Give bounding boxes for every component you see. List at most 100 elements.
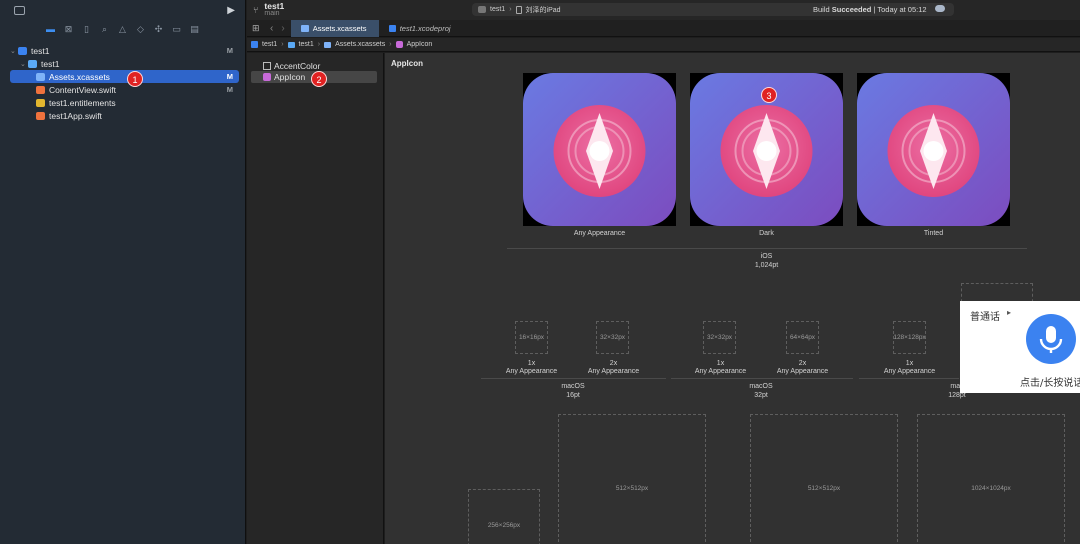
folder-icon[interactable]: ▬ bbox=[46, 24, 55, 34]
asset-catalog-icon bbox=[300, 24, 309, 32]
run-icon[interactable]: ▶ bbox=[227, 5, 235, 16]
icon-slot-mac-large[interactable]: 256×256px bbox=[468, 489, 540, 544]
tree-item-label: test1.entitlements bbox=[49, 97, 116, 108]
device-icon bbox=[515, 5, 522, 14]
report-icon[interactable]: ▤ bbox=[190, 24, 199, 34]
chevron-right-icon: › bbox=[281, 41, 284, 48]
scale-label: 1x bbox=[716, 360, 725, 367]
branch-icon: ⑂ bbox=[253, 5, 259, 15]
tab-label: Assets.xcassets bbox=[312, 23, 367, 33]
forward-icon[interactable]: › bbox=[281, 23, 284, 34]
tree-item-entitlements[interactable]: test1.entitlements bbox=[10, 96, 239, 109]
tree-item-label: Assets.xcassets bbox=[49, 71, 110, 82]
breadcrumb-item[interactable]: AppIcon bbox=[407, 41, 433, 48]
breakpoint-icon[interactable]: ▭ bbox=[172, 24, 181, 34]
annotation-marker-2: 2 bbox=[311, 71, 327, 87]
asset-list: AccentColor AppIcon bbox=[247, 53, 384, 544]
swift-icon bbox=[36, 85, 45, 94]
app-icon-image bbox=[523, 73, 676, 226]
app-icon bbox=[478, 6, 486, 13]
platform-label: macOS bbox=[561, 383, 585, 390]
icon-slot-mac[interactable]: 64×64px bbox=[786, 321, 819, 354]
build-time: | Today at 05:12 bbox=[871, 5, 927, 14]
divider bbox=[481, 378, 666, 379]
icon-slot-mac-large[interactable]: 1024×1024px bbox=[917, 414, 1065, 544]
back-icon[interactable]: ‹ bbox=[270, 23, 273, 34]
size-label: 32pt bbox=[754, 392, 768, 399]
navigator-toolbar: ▶ bbox=[0, 0, 245, 20]
voice-input-popup: 普通话 ▸ 点击/长按说话 bbox=[960, 301, 1080, 393]
sidebar-toggle-icon[interactable] bbox=[14, 5, 25, 15]
tab-label: test1.xcodeproj bbox=[399, 23, 451, 33]
chevron-down-icon[interactable]: ⌄ bbox=[10, 47, 18, 55]
appearance-label: Dark bbox=[759, 230, 774, 237]
project-icon bbox=[251, 41, 258, 48]
appearance-label: Any Appearance bbox=[587, 368, 640, 375]
destination-device: 刘泽的iPad bbox=[525, 6, 561, 14]
breadcrumb-item[interactable]: test1 bbox=[262, 41, 277, 48]
source-control-icon[interactable]: ⊠ bbox=[64, 24, 73, 34]
status-badge: M bbox=[226, 72, 233, 81]
project-navigator: ▶ ▬ ⊠ ▯ ⌕ △ ◇ ✣ ▭ ▤ ⌄ test1 M ⌄ test1 As… bbox=[0, 0, 246, 544]
icon-slot-mac[interactable]: 128×128px bbox=[893, 321, 926, 354]
caret-right-icon[interactable]: ▸ bbox=[1007, 308, 1011, 317]
microphone-button[interactable] bbox=[1026, 314, 1076, 364]
breadcrumb-item[interactable]: test1 bbox=[299, 41, 314, 48]
icon-slot-tinted[interactable] bbox=[857, 73, 1010, 226]
tree-item-assets[interactable]: Assets.xcassets M bbox=[10, 70, 239, 83]
scheme-selector[interactable]: test1 main bbox=[264, 2, 284, 18]
icon-slot-mac[interactable]: 16×16px bbox=[515, 321, 548, 354]
icon-slot-mac[interactable]: 32×32px bbox=[596, 321, 629, 354]
appearance-label: Tinted bbox=[923, 230, 944, 237]
breadcrumb: test1 › test1 › Assets.xcassets › AppIco… bbox=[247, 38, 1080, 52]
divider bbox=[671, 378, 853, 379]
navigator-tabs: ▬ ⊠ ▯ ⌕ △ ◇ ✣ ▭ ▤ bbox=[0, 20, 245, 38]
language-selector[interactable]: 普通话 bbox=[970, 308, 1000, 323]
asset-title: AppIcon bbox=[391, 59, 423, 68]
color-swatch-icon bbox=[263, 62, 271, 70]
tab-xcodeproj[interactable]: test1.xcodeproj bbox=[379, 20, 461, 37]
folder-icon bbox=[28, 59, 37, 68]
platform-label: iOS bbox=[760, 253, 773, 260]
chevron-right-icon: › bbox=[317, 41, 321, 48]
icon-slot-mac-large[interactable]: 512×512px bbox=[750, 414, 898, 544]
entitlements-icon bbox=[36, 98, 45, 107]
asset-catalog-icon bbox=[324, 41, 332, 48]
breadcrumb-item[interactable]: Assets.xcassets bbox=[335, 41, 385, 48]
appearance-label: Any Appearance bbox=[776, 368, 829, 375]
warning-icon[interactable]: △ bbox=[118, 24, 127, 34]
asset-label: AppIcon bbox=[274, 72, 306, 82]
status-badge: M bbox=[226, 85, 233, 94]
annotation-marker-3: 3 bbox=[761, 87, 777, 103]
app-icon-image bbox=[857, 73, 1010, 226]
appicon-icon bbox=[263, 73, 271, 81]
chevron-down-icon[interactable]: ⌄ bbox=[20, 60, 28, 68]
project-icon bbox=[18, 46, 27, 55]
grid-icon[interactable]: ⊞ bbox=[252, 23, 261, 34]
destination-project: test1 bbox=[490, 6, 506, 13]
build-status: Build Succeeded | Today at 05:12 bbox=[813, 3, 927, 16]
build-result: Succeeded bbox=[831, 5, 872, 14]
test-icon[interactable]: ◇ bbox=[136, 24, 145, 34]
tree-item-app[interactable]: test1App.swift bbox=[10, 109, 239, 122]
bookmark-icon[interactable]: ▯ bbox=[82, 24, 91, 34]
folder-icon bbox=[287, 41, 295, 48]
scale-label: 1x bbox=[905, 360, 914, 367]
tab-assets[interactable]: Assets.xcassets bbox=[290, 19, 379, 37]
status-badge: M bbox=[226, 46, 233, 55]
search-icon[interactable]: ⌕ bbox=[100, 24, 109, 34]
tree-item-contentview[interactable]: ContentView.swift M bbox=[10, 83, 239, 96]
icon-slot-mac[interactable]: 32×32px bbox=[703, 321, 736, 354]
build-prefix: Build bbox=[813, 5, 832, 14]
scale-label: 2x bbox=[609, 360, 618, 367]
icon-slot-any[interactable] bbox=[523, 73, 676, 226]
icon-slot-mac-large[interactable]: 512×512px bbox=[558, 414, 706, 544]
asset-label: AccentColor bbox=[274, 61, 321, 71]
tree-item-project[interactable]: ⌄ test1 M bbox=[10, 44, 239, 57]
debug-icon[interactable]: ✣ bbox=[154, 24, 163, 34]
tree-item-label: test1App.swift bbox=[49, 110, 102, 121]
scale-label: 2x bbox=[798, 360, 807, 367]
tree-item-group[interactable]: ⌄ test1 bbox=[10, 57, 239, 70]
asset-catalog-icon bbox=[36, 72, 45, 81]
cloud-icon[interactable] bbox=[935, 5, 945, 12]
